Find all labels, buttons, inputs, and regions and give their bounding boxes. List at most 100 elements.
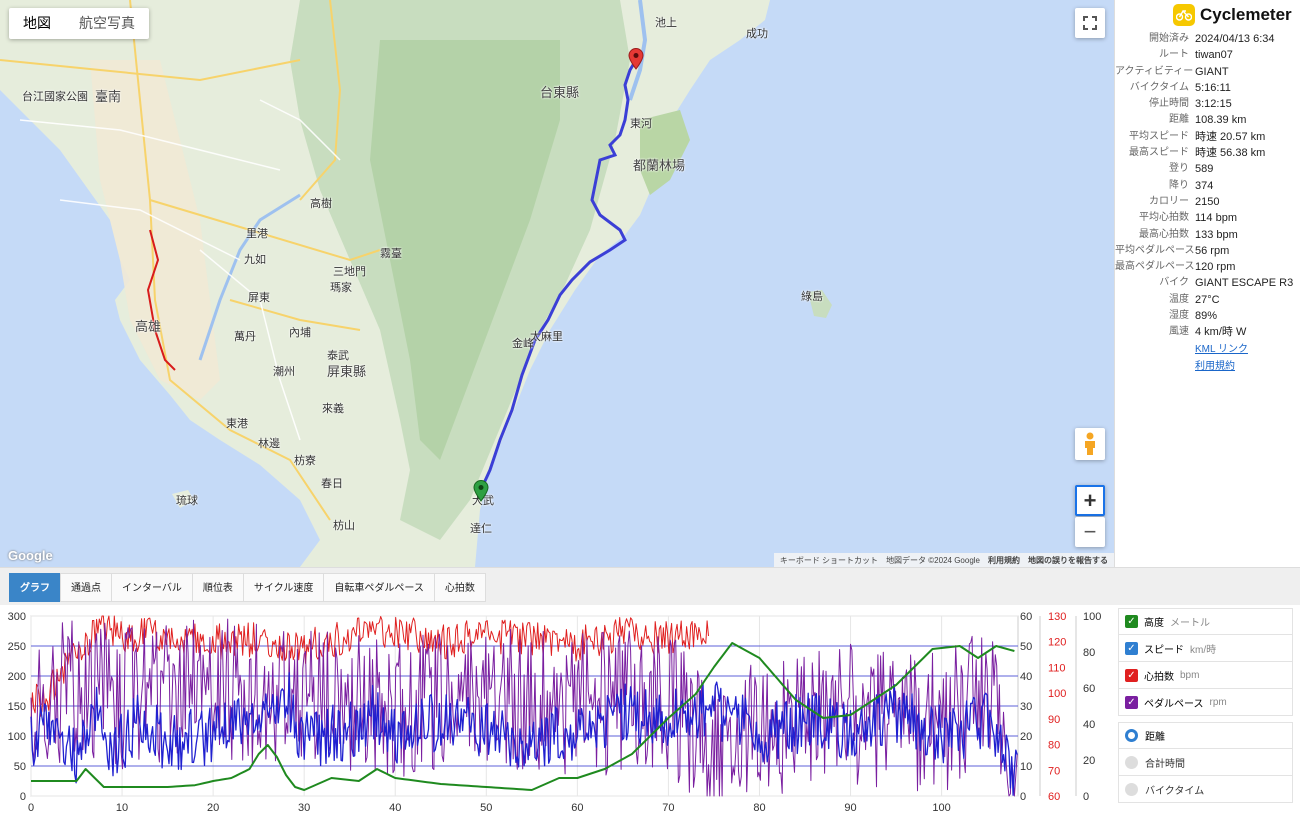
checkbox-icon[interactable]: ✓ [1125, 668, 1138, 682]
stat-label: 開始済み [1149, 33, 1189, 44]
y-tick-label: 130 [1048, 611, 1066, 623]
map-label: 瑪家 [330, 282, 352, 294]
street-view-button[interactable] [1075, 428, 1105, 460]
y-tick-label: 50 [1020, 641, 1032, 653]
x-axis-mode[interactable]: 合計時間 [1118, 749, 1293, 776]
stat-row: 開始済み 2024/04/13 6:34 [1115, 31, 1300, 47]
map-label: 霧臺 [380, 248, 402, 260]
terms-link[interactable]: 利用規約 [1195, 361, 1235, 372]
map-label: 台東縣 [540, 85, 580, 100]
map-label: 春日 [321, 478, 343, 490]
map-label: 東河 [630, 118, 652, 130]
stat-value: 2150 [1195, 195, 1220, 208]
tab-3[interactable]: 順位表 [191, 573, 244, 602]
y-tick-label: 150 [8, 701, 26, 713]
y-tick-label: 50 [14, 761, 26, 773]
tab-6[interactable]: 心拍数 [433, 573, 486, 602]
terms-link[interactable]: 利用規約 [988, 555, 1020, 566]
legend-unit: rpm [1209, 696, 1227, 708]
map-label: 臺南 [95, 89, 122, 104]
stat-value: GIANT [1195, 65, 1229, 78]
stat-row: 平均ペダルペース 56 rpm [1115, 243, 1300, 259]
x-tick-label: 60 [571, 802, 583, 814]
stat-value: 時速 20.57 km [1195, 130, 1266, 143]
tab-0[interactable]: グラフ [9, 573, 61, 602]
fullscreen-icon [1083, 16, 1097, 30]
x-tick-label: 40 [389, 802, 401, 814]
map-view[interactable]: 台江國家公園 臺南 高雄 里港 九如 屏東 萬丹 內埔 潮州 泰武 屏東縣 來義… [0, 0, 1114, 567]
y-tick-label: 60 [1083, 683, 1095, 695]
checkbox-icon[interactable]: ✓ [1125, 641, 1138, 655]
app-brand: Cyclemeter [1173, 4, 1292, 26]
tab-2[interactable]: インターバル [111, 573, 193, 602]
map-label: 來義 [322, 403, 344, 415]
stat-label: ルート [1159, 49, 1189, 61]
map-label: 屏東縣 [327, 364, 367, 379]
map-label: 林邊 [258, 438, 280, 450]
x-tick-label: 90 [844, 802, 856, 814]
map-label: 萬丹 [234, 331, 256, 343]
x-tick-label: 0 [28, 802, 34, 814]
radio-icon[interactable] [1125, 782, 1138, 796]
stat-label: 湿度 [1169, 310, 1189, 322]
stat-value: 時速 56.38 km [1195, 147, 1266, 160]
stat-value: 2024/04/13 6:34 [1195, 33, 1275, 45]
stat-link-row: KML リンク [1115, 341, 1300, 358]
x-mode-label: 距離 [1145, 732, 1165, 743]
checkbox-icon[interactable]: ✓ [1125, 695, 1138, 709]
radio-icon[interactable] [1125, 729, 1138, 742]
map-attribution: キーボード ショートカット 地図データ ©2024 Google 利用規約 地図… [773, 553, 1114, 567]
stat-row: 湿度 89% [1115, 308, 1300, 324]
tab-1[interactable]: 通過点 [60, 573, 112, 602]
map-label: 枋山 [333, 520, 355, 532]
x-tick-label: 50 [480, 802, 492, 814]
y-tick-label: 0 [20, 791, 26, 803]
map-type-satellite[interactable]: 航空写真 [65, 8, 149, 39]
radio-icon[interactable] [1125, 755, 1138, 769]
x-mode-label: バイクタイム [1145, 785, 1205, 797]
stat-value: 4 km/時 W [1195, 326, 1247, 339]
start-marker-icon[interactable] [473, 480, 489, 502]
legend-unit: bpm [1180, 669, 1200, 681]
map-label: 達仁 [470, 523, 492, 535]
legend-label: 心拍数 [1144, 671, 1174, 683]
activity-chart[interactable]: 0 10 20 30 40 50 60 70 80 90 100050100150200250300… [0, 605, 1115, 815]
stat-value: 589 [1195, 163, 1214, 176]
kml-link[interactable]: KML リンク [1195, 344, 1248, 355]
stat-row: 平均心拍数 114 bpm [1115, 210, 1300, 226]
keyboard-shortcuts-link[interactable]: キーボード ショートカット [780, 555, 878, 566]
zoom-out-button[interactable]: − [1075, 517, 1105, 547]
tab-4[interactable]: サイクル速度 [242, 573, 325, 602]
y-tick-label: 300 [8, 611, 26, 623]
stat-row: 降り 374 [1115, 178, 1300, 194]
legend-item[interactable]: ✓ スピード km/時 [1118, 635, 1293, 662]
legend-item[interactable]: ✓ ペダルペース rpm [1118, 689, 1293, 716]
legend-item[interactable]: ✓ 心拍数 bpm [1118, 662, 1293, 689]
stat-label: 温度 [1169, 293, 1189, 305]
stat-link-row: 利用規約 [1115, 358, 1300, 375]
map-label: 高雄 [135, 319, 162, 334]
x-tick-label: 10 [116, 802, 128, 814]
map-type-roadmap[interactable]: 地図 [9, 8, 65, 39]
stat-label: 風速 [1169, 326, 1189, 338]
x-tick-label: 20 [207, 802, 219, 814]
tab-5[interactable]: 自転車ペダルペース [323, 573, 435, 602]
end-marker-icon[interactable] [628, 48, 644, 70]
zoom-in-button[interactable]: + [1075, 485, 1105, 516]
stat-row: 登り 589 [1115, 161, 1300, 177]
report-error-link[interactable]: 地図の誤りを報告する [1028, 555, 1108, 566]
x-axis-mode[interactable]: バイクタイム [1118, 776, 1293, 803]
y-tick-label: 60 [1020, 611, 1032, 623]
stat-label: 登り [1169, 163, 1189, 175]
map-label: 里港 [246, 228, 268, 240]
stat-row: 最高スピード 時速 56.38 km [1115, 145, 1300, 161]
legend-item[interactable]: ✓ 高度 メートル [1118, 608, 1293, 635]
map-label: 綠島 [801, 291, 823, 303]
stat-label: 最高ペダルペース [1115, 261, 1195, 273]
map-label: 台江國家公園 [22, 91, 88, 103]
legend-label: 高度 [1144, 618, 1164, 629]
x-axis-mode[interactable]: 距離 [1118, 722, 1293, 749]
fullscreen-button[interactable] [1075, 8, 1105, 38]
checkbox-icon[interactable]: ✓ [1125, 615, 1138, 628]
map-label: 成功 [746, 28, 768, 40]
